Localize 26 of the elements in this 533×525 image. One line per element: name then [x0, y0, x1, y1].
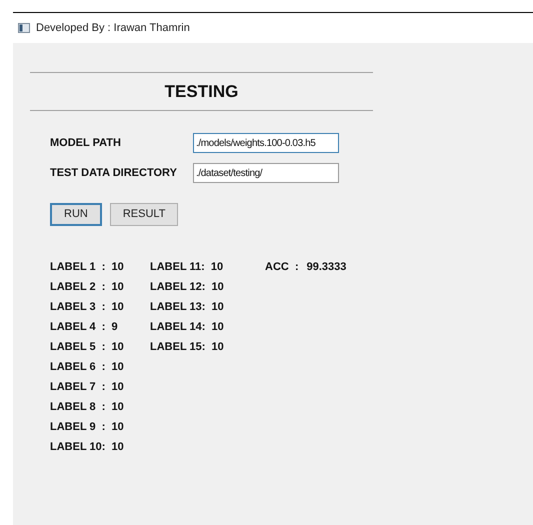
label-count: LABEL 5 : 10: [50, 340, 125, 355]
action-button[interactable]: RUN: [50, 203, 102, 226]
action-button[interactable]: RESULT: [110, 203, 178, 226]
field-label: TEST DATA DIRECTORY: [50, 166, 178, 181]
label-count: LABEL 9 : 10: [50, 420, 125, 435]
text-field[interactable]: ./models/weights.100-0.03.h5: [193, 133, 339, 153]
accuracy-value: 99.3333: [306, 260, 346, 275]
window-title: Developed By : Irawan Thamrin: [36, 20, 190, 36]
text-field[interactable]: ./dataset/testing/: [193, 163, 339, 183]
label-count: LABEL 4 : 9: [50, 320, 119, 335]
label-count: LABEL 8 : 10: [50, 400, 125, 415]
label-count: LABEL 2 : 10: [50, 280, 125, 295]
label-count: LABEL 11: 10: [150, 260, 224, 275]
label-count: LABEL 13: 10: [150, 300, 225, 315]
accuracy-label: ACC :: [265, 260, 299, 275]
label-count: LABEL 10: 10: [50, 440, 125, 455]
label-count: LABEL 3 : 10: [50, 300, 125, 315]
field-label: MODEL PATH: [50, 136, 122, 151]
label-count: LABEL 6 : 10: [50, 360, 125, 375]
label-count: LABEL 15: 10: [150, 340, 225, 355]
label-count: LABEL 1 : 10: [50, 260, 125, 275]
window-icon: [18, 23, 30, 33]
label-count: LABEL 14: 10: [150, 320, 225, 335]
page-heading: TESTING: [164, 80, 238, 103]
label-count: LABEL 7 : 10: [50, 380, 125, 395]
label-count: LABEL 12: 10: [150, 280, 225, 295]
